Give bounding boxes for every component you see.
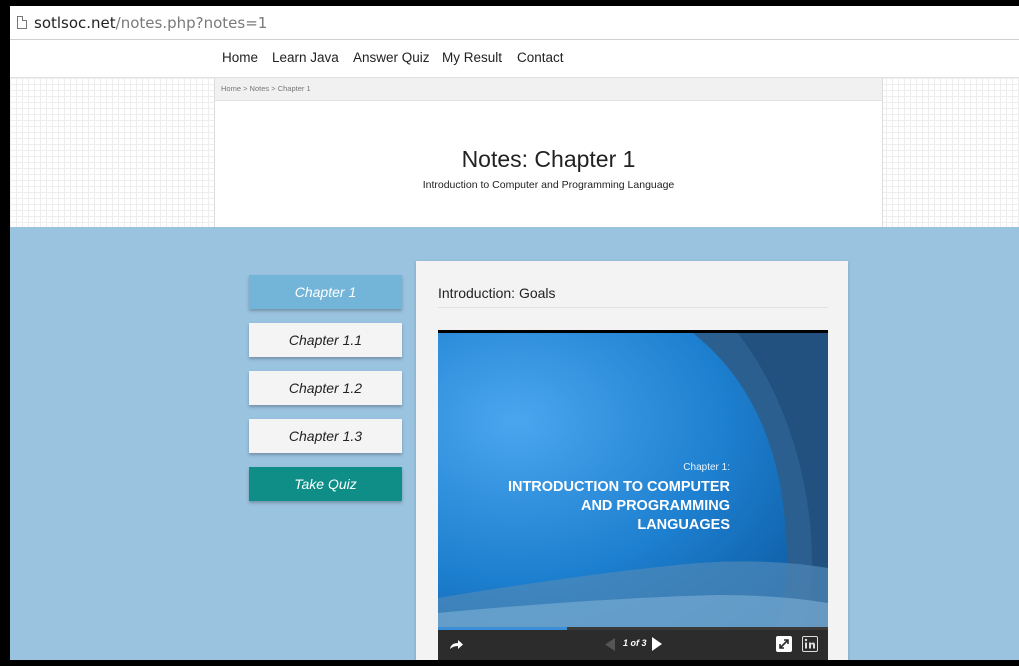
slide-heading: INTRODUCTION TO COMPUTER AND PROGRAMMING… <box>438 478 730 535</box>
slide-kicker: Chapter 1: <box>683 462 730 473</box>
page-title: Notes: Chapter 1 <box>461 146 636 172</box>
sidebar-item-chapter-1-1[interactable]: Chapter 1.1 <box>249 323 402 357</box>
divider <box>438 307 828 308</box>
player-controls: 1 of 3 <box>438 630 828 660</box>
address-bar[interactable]: sotlsoc.net/notes.php?notes=1 <box>10 6 1019 40</box>
page-header: Home > Notes > Chapter 1 Notes: Chapter … <box>10 78 1019 227</box>
fullscreen-icon[interactable] <box>776 636 792 657</box>
top-nav: Home Learn Java Answer Quiz My Result Co… <box>10 40 1019 78</box>
prev-icon[interactable] <box>604 638 616 656</box>
share-icon[interactable] <box>448 636 464 657</box>
slide-heading-line: AND PROGRAMMING <box>580 498 730 514</box>
nav-learn-java[interactable]: Learn Java <box>272 50 339 65</box>
slide-heading-line: LANGUAGES <box>637 517 730 533</box>
page-icon <box>17 16 27 29</box>
slide-viewer[interactable]: Chapter 1: INTRODUCTION TO COMPUTER AND … <box>438 330 828 630</box>
url-path: /notes.php?notes=1 <box>115 14 268 32</box>
page-subtitle: Introduction to Computer and Programming… <box>422 179 675 191</box>
slide-heading-line: INTRODUCTION TO COMPUTER <box>507 479 730 495</box>
url-text[interactable]: sotlsoc.net/notes.php?notes=1 <box>34 14 267 32</box>
nav-answer-quiz[interactable]: Answer Quiz <box>353 50 430 65</box>
linkedin-icon[interactable] <box>802 636 818 657</box>
next-icon[interactable] <box>651 637 663 656</box>
url-domain: sotlsoc.net <box>34 14 116 32</box>
breadcrumb[interactable]: Home > Notes > Chapter 1 <box>221 84 311 93</box>
browser-window: sotlsoc.net/notes.php?notes=1 Home Learn… <box>10 6 1019 660</box>
section-title: Introduction: Goals <box>438 285 556 301</box>
sidebar-item-chapter-1-2[interactable]: Chapter 1.2 <box>249 371 402 405</box>
header-card: Home > Notes > Chapter 1 Notes: Chapter … <box>214 78 883 227</box>
breadcrumb-bar: Home > Notes > Chapter 1 <box>215 78 882 101</box>
nav-contact[interactable]: Contact <box>517 50 564 65</box>
sidebar-item-chapter-1-3[interactable]: Chapter 1.3 <box>249 419 402 453</box>
notes-card: Introduction: Goals Chapter 1: INTRODUCT… <box>416 261 848 660</box>
nav-home[interactable]: Home <box>222 50 258 65</box>
page-indicator: 1 of 3 <box>623 638 647 648</box>
nav-my-result[interactable]: My Result <box>442 50 502 65</box>
sidebar-item-chapter-1[interactable]: Chapter 1 <box>249 275 402 309</box>
take-quiz-button[interactable]: Take Quiz <box>249 467 402 501</box>
